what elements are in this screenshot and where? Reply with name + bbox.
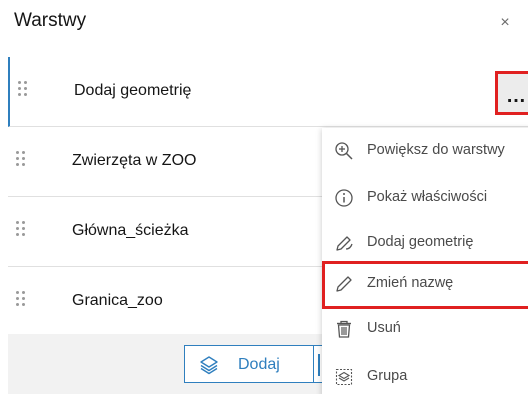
- layer-row-dodaj-geometrie[interactable]: Dodaj geometrię …: [8, 57, 528, 127]
- menu-item-label: Usuń: [367, 320, 401, 336]
- add-layer-button[interactable]: Dodaj: [184, 345, 314, 383]
- info-icon: [335, 189, 353, 207]
- trash-icon: [337, 320, 351, 338]
- layer-label: Zwierzęta w ZOO: [72, 152, 197, 169]
- edit-geometry-icon: [336, 236, 353, 251]
- menu-item-zoom-to-layer[interactable]: Powiększ do warstwy: [322, 128, 528, 176]
- layer-label: Dodaj geometrię: [74, 82, 192, 99]
- layer-label: Główna_ścieżka: [72, 222, 189, 239]
- drag-handle-icon[interactable]: [16, 221, 28, 241]
- menu-item-label: Grupa: [367, 368, 408, 384]
- menu-item-label: Zmień nazwę: [367, 275, 454, 291]
- drag-handle-icon[interactable]: [16, 291, 28, 311]
- split-divider: [318, 354, 320, 376]
- zoom-in-icon: [335, 142, 353, 160]
- more-horizontal-icon: …: [506, 85, 527, 107]
- layer-label: Granica_zoo: [72, 292, 163, 309]
- layers-icon: [200, 356, 218, 375]
- add-layer-label: Dodaj: [238, 356, 280, 373]
- panel-title: Warstwy: [14, 10, 87, 31]
- layers-panel: Warstwy × Dodaj geometrię … Zwierzęta w …: [0, 0, 528, 394]
- menu-item-delete[interactable]: Usuń: [322, 306, 528, 354]
- drag-handle-icon[interactable]: [16, 151, 28, 171]
- drag-handle-icon[interactable]: [18, 81, 30, 101]
- more-options-button[interactable]: …: [495, 71, 528, 115]
- menu-item-label: Powiększ do warstwy: [367, 142, 505, 158]
- pencil-icon: [336, 276, 352, 292]
- menu-item-label: Pokaż właściwości: [367, 189, 488, 205]
- menu-item-label: Dodaj geometrię: [367, 234, 474, 250]
- menu-item-show-properties[interactable]: Pokaż właściwości: [322, 175, 528, 223]
- panel-header: Warstwy ×: [0, 0, 528, 50]
- menu-item-group[interactable]: Grupa: [322, 354, 528, 394]
- menu-item-rename[interactable]: Zmień nazwę: [322, 261, 528, 309]
- layer-context-menu: Powiększ do warstwy Pokaż właściwości Do…: [322, 128, 528, 394]
- group-icon: [335, 368, 353, 386]
- close-icon[interactable]: ×: [496, 14, 514, 32]
